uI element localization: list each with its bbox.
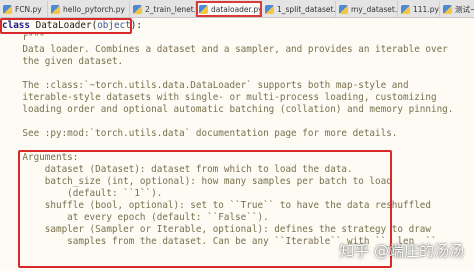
python-file-icon [3, 4, 12, 14]
class-highlight-box [0, 18, 132, 34]
python-file-icon [133, 4, 142, 14]
python-file-icon [339, 4, 348, 14]
tab-label: 2_train_lenet.py [145, 4, 196, 14]
code-line: the given dataset. [0, 56, 124, 67]
tab-test[interactable]: 测试~ [440, 1, 474, 17]
tab-dataloader[interactable]: dataloader.py × [196, 1, 262, 17]
tab-label: my_dataset.py [351, 4, 398, 14]
python-file-icon [265, 4, 274, 14]
editor-tab-bar: FCN.py hello_pytorch.py 2_train_lenet.py… [0, 0, 474, 18]
tab-label: 111.py [413, 4, 439, 14]
tab-my-dataset[interactable]: my_dataset.py [336, 1, 398, 17]
python-file-icon [443, 4, 452, 14]
python-file-icon [51, 4, 60, 14]
python-file-icon [199, 4, 208, 14]
code-line: See :py:mod:`torch.utils.data` documenta… [0, 128, 398, 139]
tab-label: dataloader.py [211, 4, 262, 14]
arguments-highlight-box [18, 150, 392, 268]
tab-train-lenet[interactable]: 2_train_lenet.py [130, 1, 196, 17]
tab-label: 测试~ [455, 4, 474, 14]
tab-split-dataset[interactable]: 1_split_dataset.py [262, 1, 336, 17]
code-line: Data loader. Combines a dataset and a sa… [0, 44, 448, 55]
tab-fcn[interactable]: FCN.py [0, 1, 48, 17]
code-line: loading order and optional automatic bat… [0, 104, 454, 115]
python-file-icon [401, 4, 410, 14]
watermark: 知乎 @端庄的汤汤 [339, 242, 464, 260]
tab-111[interactable]: 111.py [398, 1, 440, 17]
code-line: The :class:`~torch.utils.data.DataLoader… [0, 80, 409, 91]
code-line: iterable-style datasets with single- or … [0, 92, 437, 103]
tab-label: hello_pytorch.py [63, 4, 125, 14]
tab-label: 1_split_dataset.py [277, 4, 336, 14]
tab-hello-pytorch[interactable]: hello_pytorch.py [48, 1, 130, 17]
tab-label: FCN.py [15, 4, 42, 14]
code-editor[interactable]: class DataLoader(object): r""" Data load… [0, 18, 474, 271]
